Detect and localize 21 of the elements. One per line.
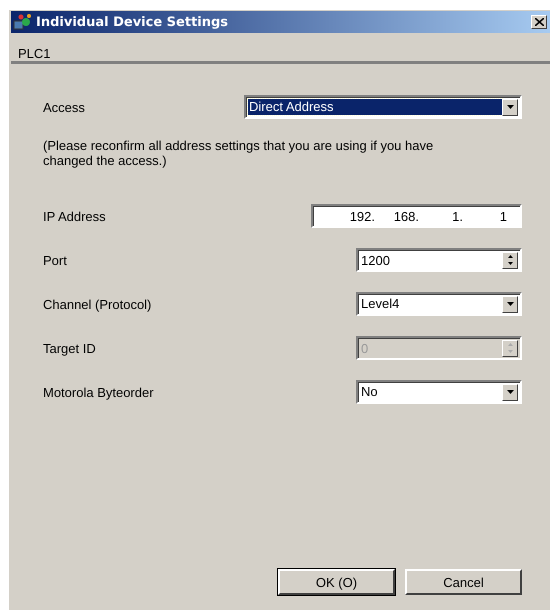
spin-arrows-icon	[502, 252, 518, 268]
device-name: PLC1	[17, 45, 52, 61]
field-label: Access	[43, 100, 85, 114]
network-devices-icon	[13, 13, 33, 31]
dropdown[interactable]: No	[356, 380, 522, 404]
field-label: IP Address	[43, 208, 106, 224]
field-label: Motorola Byteorder	[43, 384, 154, 400]
number-field[interactable]: 1200	[356, 248, 522, 272]
spin-arrows-icon	[502, 340, 518, 356]
cancel-button[interactable]: Cancel	[405, 569, 522, 595]
ip-address-field[interactable]: 192. 168. 1. 1	[311, 204, 522, 228]
ok-button[interactable]: OK (O)	[278, 569, 395, 595]
close-button[interactable]	[531, 15, 547, 29]
close-icon	[534, 18, 544, 26]
dropdown[interactable]: Direct Address	[244, 95, 522, 119]
field-label: Port	[43, 252, 67, 268]
field-label: Target ID	[43, 340, 96, 356]
field-label: Channel (Protocol)	[43, 296, 152, 312]
dropdown[interactable]: Level4	[356, 292, 522, 316]
note-text: (Please reconfirm all address settings that you are using if you have changed the access.)	[43, 138, 434, 168]
window-title: Individual Device Settings	[36, 14, 230, 30]
